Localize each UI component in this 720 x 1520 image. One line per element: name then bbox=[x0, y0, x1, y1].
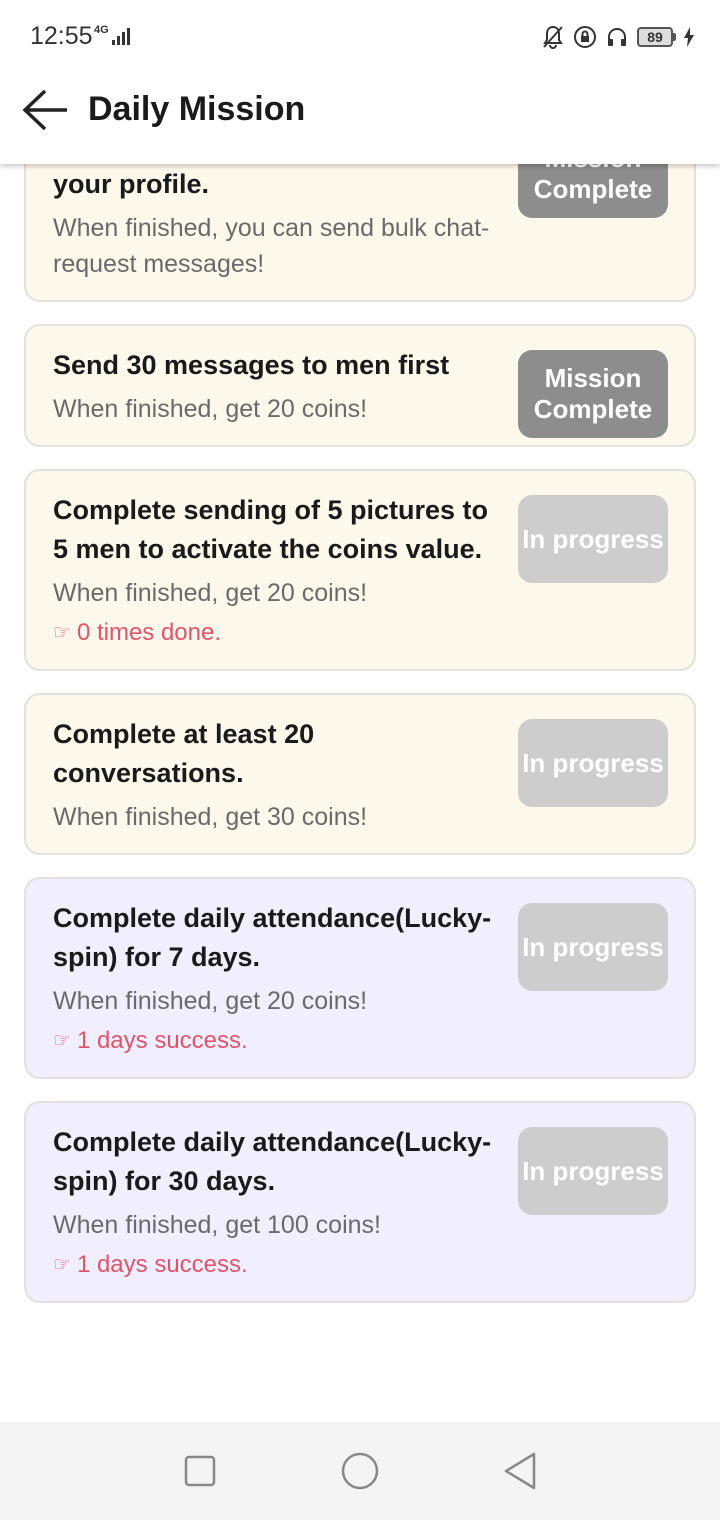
mission-progress: ☞ 1 days success. bbox=[53, 1247, 494, 1283]
status-time: 12:55 bbox=[30, 22, 93, 50]
mission-title: Complete sending of 5 pictures to 5 men … bbox=[53, 495, 489, 564]
mission-card: Complete daily attendance(Lucky-spin) fo… bbox=[24, 877, 696, 1079]
signal-icon bbox=[112, 28, 130, 45]
pointing-hand-icon: ☞ bbox=[53, 622, 71, 644]
mission-title: Send 30 messages to men first bbox=[53, 350, 450, 380]
mission-reward: When finished, you can send bulk chat-re… bbox=[53, 214, 490, 278]
mission-reward: When finished, get 30 coins! bbox=[53, 803, 368, 831]
system-nav-bar bbox=[0, 1422, 720, 1520]
mute-bell-icon bbox=[543, 25, 563, 50]
mission-card: Upload 3 pictures and complete your prof… bbox=[24, 164, 696, 302]
mission-reward: When finished, get 20 coins! bbox=[53, 987, 368, 1015]
mission-reward: When finished, get 20 coins! bbox=[53, 395, 368, 423]
mission-status-button[interactable]: In progress bbox=[518, 903, 668, 991]
battery-level: 89 bbox=[637, 27, 673, 47]
app-header: Daily Mission bbox=[0, 72, 720, 164]
mission-status-button[interactable]: In progress bbox=[518, 495, 668, 583]
status-bar: 12:55 4G 89 bbox=[0, 0, 720, 72]
back-button[interactable] bbox=[18, 86, 72, 134]
triangle-back-icon bbox=[504, 1452, 536, 1490]
mission-progress-text: 0 times done. bbox=[76, 619, 222, 646]
mission-reward: When finished, get 100 coins! bbox=[53, 1211, 381, 1239]
mission-card: Complete sending of 5 pictures to 5 men … bbox=[24, 469, 696, 671]
mission-card: Complete daily attendance(Lucky-spin) fo… bbox=[24, 1101, 696, 1303]
page-title: Daily Mission bbox=[88, 90, 306, 128]
pointing-hand-icon: ☞ bbox=[53, 1254, 71, 1276]
circle-icon bbox=[341, 1452, 379, 1490]
mission-progress: ☞ 0 times done. bbox=[53, 615, 494, 651]
mission-title: Upload 3 pictures and complete your prof… bbox=[53, 169, 210, 199]
mission-progress-text: 1 days success. bbox=[76, 1251, 248, 1278]
mission-progress-text: 1 days success. bbox=[76, 1027, 248, 1054]
mission-status-button[interactable]: In progress bbox=[518, 719, 668, 807]
charging-icon bbox=[684, 27, 694, 47]
mission-title: Complete at least 20 conversations. bbox=[53, 719, 315, 788]
mission-cards: Upload 3 pictures and complete your prof… bbox=[24, 164, 696, 1325]
mission-title: Complete daily attendance(Lucky-spin) fo… bbox=[53, 1127, 492, 1196]
pointing-hand-icon: ☞ bbox=[53, 1030, 71, 1052]
mission-status-button[interactable]: Mission Complete bbox=[518, 164, 668, 218]
mission-card: Send 30 messages to men first When finis… bbox=[24, 324, 696, 447]
recents-button[interactable] bbox=[170, 1441, 230, 1501]
headphones-icon bbox=[608, 28, 626, 46]
mission-status-button[interactable]: In progress bbox=[518, 1127, 668, 1215]
mission-status-button[interactable]: Mission Complete bbox=[518, 350, 668, 438]
status-icons: 89 bbox=[541, 24, 694, 50]
nav-back-button[interactable] bbox=[490, 1441, 550, 1501]
mission-list[interactable]: Upload 3 pictures and complete your prof… bbox=[0, 164, 720, 1422]
square-icon bbox=[184, 1455, 216, 1487]
network-type: 4G bbox=[94, 24, 109, 36]
battery-icon: 89 bbox=[637, 27, 676, 47]
home-button[interactable] bbox=[330, 1441, 390, 1501]
arrow-left-icon bbox=[22, 89, 67, 131]
mission-title: Complete daily attendance(Lucky-spin) fo… bbox=[53, 903, 492, 972]
mission-reward: When finished, get 20 coins! bbox=[53, 579, 368, 607]
mission-progress: ☞ 1 days success. bbox=[53, 1023, 494, 1059]
mission-card: Complete at least 20 conversations. When… bbox=[24, 693, 696, 855]
lock-rotation-icon bbox=[574, 26, 596, 48]
